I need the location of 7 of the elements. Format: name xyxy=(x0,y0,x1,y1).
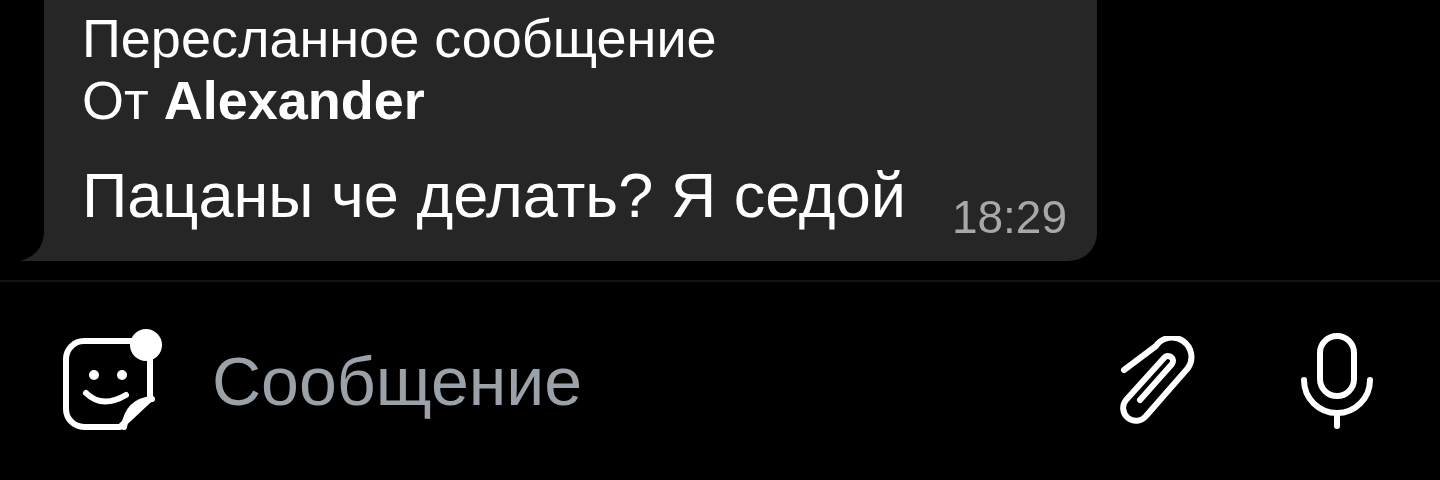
message-text: Пацаны че делать? Я седой xyxy=(82,160,906,230)
forwarded-label: Пересланное сообщение xyxy=(82,7,718,69)
forwarded-from: От Alexander xyxy=(82,69,426,131)
message-time: 18:29 xyxy=(951,190,1067,244)
message-input[interactable]: Сообщение xyxy=(212,339,1116,423)
sticker-button[interactable] xyxy=(60,329,164,433)
microphone-icon[interactable] xyxy=(1300,332,1374,430)
